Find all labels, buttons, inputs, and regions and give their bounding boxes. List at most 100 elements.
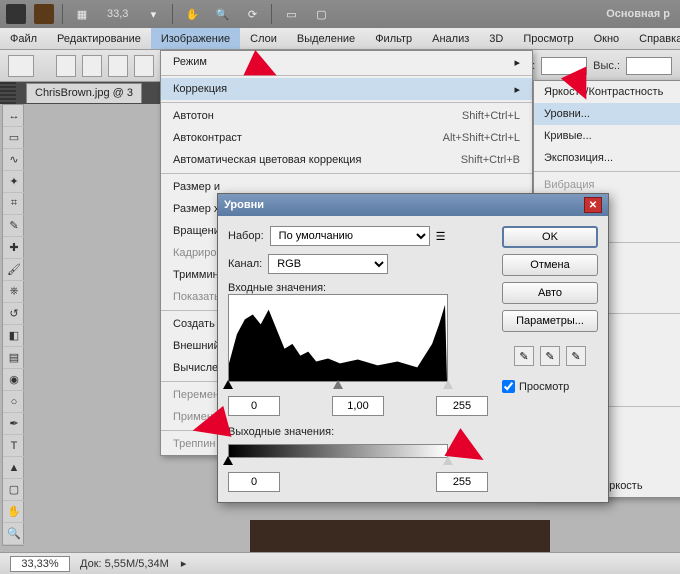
channel-label: Канал: <box>228 258 262 270</box>
cancel-button[interactable]: Отмена <box>502 254 598 276</box>
menu-layer[interactable]: Слои <box>240 28 287 49</box>
tool-blur[interactable]: ◉ <box>3 369 25 391</box>
document-tab[interactable]: ChrisBrown.jpg @ 3 <box>26 83 142 103</box>
auto-button[interactable]: Авто <box>502 282 598 304</box>
separator <box>62 4 63 24</box>
ok-button[interactable]: OK <box>502 226 598 248</box>
workspace-label[interactable]: Основная р <box>606 8 674 20</box>
channel-select[interactable]: RGB <box>268 254 388 274</box>
hand-icon[interactable]: ✋ <box>181 4 203 24</box>
gamma-slider[interactable] <box>333 380 343 389</box>
menu-item-label: Автоконтраст <box>173 132 242 144</box>
tool-hand[interactable]: ✋ <box>3 501 25 523</box>
eyedropper-gray-icon[interactable]: ✎ <box>540 346 560 366</box>
tool-move[interactable]: ↔ <box>3 105 25 127</box>
histogram <box>228 294 448 382</box>
height-field[interactable] <box>626 57 672 75</box>
menu-view[interactable]: Просмотр <box>513 28 583 49</box>
doc-info-arrow-icon[interactable]: ▸ <box>181 557 187 570</box>
output-slider[interactable] <box>228 458 448 468</box>
white-point-slider[interactable] <box>443 380 453 389</box>
menu-item[interactable]: АвтотонShift+Ctrl+L <box>161 105 532 127</box>
input-white-field[interactable] <box>436 396 488 416</box>
menu-item-label: Показать <box>173 291 220 303</box>
bridge-icon[interactable] <box>34 4 54 24</box>
output-values-label: Выходные значения: <box>228 426 492 438</box>
screen-mode-icon[interactable]: ▢ <box>310 4 332 24</box>
preset-menu-icon[interactable]: ☰ <box>436 230 446 243</box>
opt-icon-4[interactable] <box>134 55 154 77</box>
output-gradient <box>228 444 448 458</box>
arrange-docs-icon[interactable]: ▭ <box>280 4 302 24</box>
tool-dodge[interactable]: ○ <box>3 391 25 413</box>
levels-dialog: Уровни ✕ Набор: По умолчанию ☰ Канал: RG… <box>217 193 609 503</box>
menu-image[interactable]: Изображение <box>151 28 240 49</box>
zoom-dropdown-icon[interactable]: ▾ <box>142 4 164 24</box>
tool-brush[interactable]: 🖌 <box>3 259 25 281</box>
doc-info[interactable]: Док: 5,55M/5,34M <box>80 558 169 570</box>
input-gamma-field[interactable] <box>332 396 384 416</box>
params-button[interactable]: Параметры... <box>502 310 598 332</box>
menu-item[interactable]: Коррекция▸ <box>161 78 532 100</box>
tool-rectangle[interactable]: ▢ <box>3 479 25 501</box>
menu-window[interactable]: Окно <box>584 28 630 49</box>
menu-filter[interactable]: Фильтр <box>365 28 422 49</box>
submenu-item[interactable]: Яркость/Контрастность <box>534 81 680 103</box>
opt-icon-1[interactable] <box>56 55 76 77</box>
submenu-item[interactable]: Экспозиция... <box>534 147 680 169</box>
tool-lasso[interactable]: ∿ <box>3 149 25 171</box>
tool-eyedropper[interactable]: ✎ <box>3 215 25 237</box>
rotate-view-icon[interactable]: ⟳ <box>241 4 263 24</box>
opt-icon-3[interactable] <box>108 55 128 77</box>
tool-wand[interactable]: ✦ <box>3 171 25 193</box>
tool-type[interactable]: T <box>3 435 25 457</box>
menu-analysis[interactable]: Анализ <box>422 28 479 49</box>
menu-file[interactable]: Файл <box>0 28 47 49</box>
tool-eraser[interactable]: ◧ <box>3 325 25 347</box>
history-nav-icon[interactable]: ▦ <box>71 4 93 24</box>
tool-stamp[interactable]: ⎈ <box>3 281 25 303</box>
input-slider[interactable] <box>228 382 448 392</box>
preview-checkbox[interactable] <box>502 380 515 393</box>
menu-help[interactable]: Справка <box>629 28 680 49</box>
tool-zoom[interactable]: 🔍 <box>3 523 25 545</box>
preset-select[interactable]: По умолчанию <box>270 226 430 246</box>
dialog-title: Уровни <box>224 199 264 211</box>
menu-shortcut: Alt+Shift+Ctrl+L <box>443 132 520 144</box>
submenu-item[interactable]: Кривые... <box>534 125 680 147</box>
menu-item[interactable]: Режим▸ <box>161 51 532 73</box>
tool-heal[interactable]: ✚ <box>3 237 25 259</box>
menu-item[interactable]: Автоматическая цветовая коррекцияShift+C… <box>161 149 532 171</box>
out-black-slider[interactable] <box>223 456 233 465</box>
titlebar-zoom[interactable]: 33,3 <box>101 8 134 20</box>
tool-crop[interactable]: ⌗ <box>3 193 25 215</box>
close-icon[interactable]: ✕ <box>584 197 602 213</box>
panel-grip-icon[interactable] <box>0 82 16 104</box>
black-point-slider[interactable] <box>223 380 233 389</box>
input-black-field[interactable] <box>228 396 280 416</box>
zoom-tool-icon[interactable]: 🔍 <box>211 4 233 24</box>
tool-pen[interactable]: ✒ <box>3 413 25 435</box>
menu-3d[interactable]: 3D <box>479 28 513 49</box>
opt-icon-2[interactable] <box>82 55 102 77</box>
submenu-item[interactable]: Уровни... <box>534 103 680 125</box>
tool-preset-icon[interactable] <box>8 55 34 77</box>
menu-select[interactable]: Выделение <box>287 28 365 49</box>
preset-label: Набор: <box>228 230 264 242</box>
menu-item[interactable]: Автоконтраст Alt+Shift+Ctrl+L <box>161 127 532 149</box>
dialog-titlebar[interactable]: Уровни ✕ <box>218 194 608 216</box>
tool-gradient[interactable]: ▤ <box>3 347 25 369</box>
height-label: Выс.: <box>593 60 620 72</box>
tool-history-brush[interactable]: ↺ <box>3 303 25 325</box>
zoom-field[interactable]: 33,33% <box>10 556 70 572</box>
output-white-field[interactable] <box>436 472 488 492</box>
ps-logo-icon <box>6 4 26 24</box>
tool-path-select[interactable]: ▲ <box>3 457 25 479</box>
output-black-field[interactable] <box>228 472 280 492</box>
tool-marquee[interactable]: ▭ <box>3 127 25 149</box>
app-titlebar: ▦ 33,3 ▾ ✋ 🔍 ⟳ ▭ ▢ Основная р <box>0 0 680 28</box>
menu-edit[interactable]: Редактирование <box>47 28 151 49</box>
eyedropper-black-icon[interactable]: ✎ <box>514 346 534 366</box>
eyedropper-white-icon[interactable]: ✎ <box>566 346 586 366</box>
menu-item-label: Вращени <box>173 225 220 237</box>
